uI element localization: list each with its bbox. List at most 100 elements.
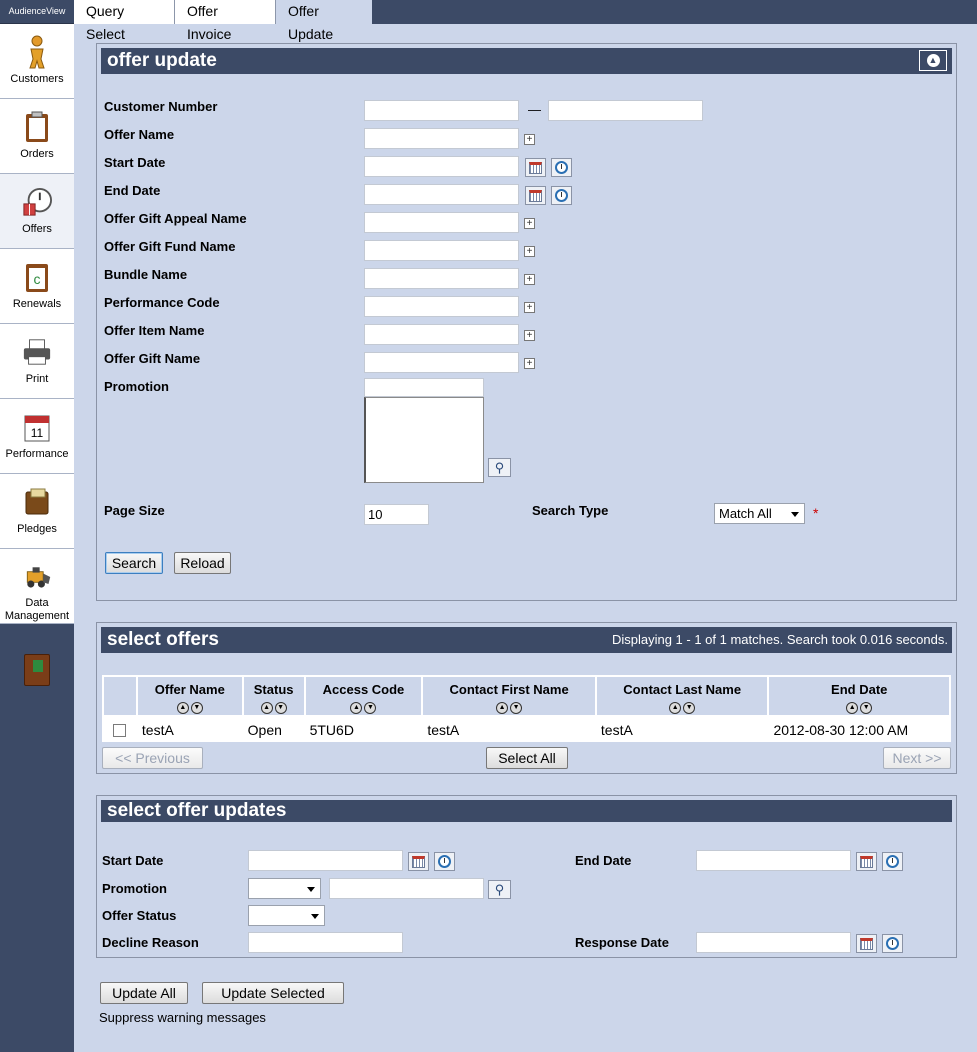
offer-gift-appeal-name-input[interactable] — [364, 212, 519, 233]
update-end-date-calendar-icon[interactable] — [856, 852, 877, 871]
panel-title: select offers — [107, 629, 219, 650]
add-performance-plus-icon[interactable]: + — [524, 302, 535, 313]
update-response-date-label: Response Date — [575, 935, 669, 950]
end-date-calendar-icon[interactable] — [525, 186, 546, 205]
update-start-date-clock-icon[interactable] — [434, 852, 455, 871]
column-header-offer-name[interactable]: Offer Name ▲ ▼ — [135, 675, 244, 717]
row-select-checkbox[interactable] — [112, 724, 126, 738]
update-response-date-calendar-icon[interactable] — [856, 934, 877, 953]
sort-arrows-icon[interactable]: ▲ ▼ — [176, 702, 203, 714]
collapse-button[interactable]: ▲ — [919, 50, 947, 71]
bundle-name-input[interactable] — [364, 268, 519, 289]
tab-offer-invoice[interactable]: Offer Invoice — [175, 0, 276, 42]
add-offer-item-plus-icon[interactable]: + — [524, 330, 535, 341]
promotion-label: Promotion — [104, 379, 169, 394]
offer-gift-fund-name-label: Offer Gift Fund Name — [104, 239, 236, 254]
bulldozer-icon — [22, 560, 52, 593]
column-header-end-date[interactable]: End Date ▲ ▼ — [767, 675, 951, 717]
add-gift-fund-plus-icon[interactable]: + — [524, 246, 535, 257]
sidebar-item-label: Pledges — [17, 523, 57, 535]
promotion-list[interactable] — [364, 397, 484, 483]
update-offer-status-label: Offer Status — [102, 908, 177, 923]
update-end-date-input[interactable] — [696, 850, 851, 871]
start-date-calendar-icon[interactable] — [525, 158, 546, 177]
suppress-warnings-text[interactable]: Suppress warning messages — [99, 1010, 266, 1025]
end-date-label: End Date — [104, 183, 161, 198]
table-row: testA Open 5TU6D testA testA 2012-08-30 … — [102, 716, 950, 742]
sidebar-item-label: Print — [25, 373, 49, 385]
update-start-date-input[interactable] — [248, 850, 403, 871]
previous-page-button[interactable]: << Previous — [102, 747, 203, 769]
offer-update-header: offer update ▲ — [101, 48, 952, 74]
search-button[interactable]: Search — [105, 552, 163, 574]
update-response-date-input[interactable] — [696, 932, 851, 953]
end-date-clock-icon[interactable] — [551, 186, 572, 205]
column-header-access-code[interactable]: Access Code ▲ ▼ — [303, 675, 424, 717]
search-type-value: Match All — [719, 506, 772, 521]
column-header-status[interactable]: Status ▲ ▼ — [241, 675, 306, 717]
search-type-select[interactable]: Match All — [714, 503, 805, 524]
customer-number-label: Customer Number — [104, 99, 218, 114]
sidebar-item-data-management[interactable]: Data Management — [0, 549, 74, 624]
promotion-input[interactable] — [364, 378, 484, 397]
update-start-date-calendar-icon[interactable] — [408, 852, 429, 871]
chevron-down-icon — [307, 887, 315, 892]
sidebar-item-renewals[interactable]: c Renewals — [0, 249, 74, 324]
sort-arrows-icon[interactable]: ▲ ▼ — [669, 702, 696, 714]
sort-arrows-icon[interactable]: ▲ ▼ — [350, 702, 377, 714]
offer-gift-fund-name-input[interactable] — [364, 240, 519, 261]
tab-offer-update[interactable]: Offer Update — [276, 0, 372, 42]
sort-arrows-icon[interactable]: ▲ ▼ — [260, 702, 287, 714]
add-offer-gift-plus-icon[interactable]: + — [524, 358, 535, 369]
offer-name-input[interactable] — [364, 128, 519, 149]
update-decline-reason-input[interactable] — [248, 932, 403, 953]
customer-number-from-input[interactable] — [364, 100, 519, 121]
brand-logo: AudienceView — [0, 0, 74, 24]
add-gift-appeal-plus-icon[interactable]: + — [524, 218, 535, 229]
sidebar-item-customers[interactable]: Customers — [0, 24, 74, 99]
sort-arrows-icon[interactable]: ▲ ▼ — [846, 702, 873, 714]
sidebar-item-orders[interactable]: Orders — [0, 99, 74, 174]
performance-code-input[interactable] — [364, 296, 519, 317]
panel-title: offer update — [107, 50, 217, 71]
add-offer-name-plus-icon[interactable]: + — [524, 134, 535, 145]
update-end-date-clock-icon[interactable] — [882, 852, 903, 871]
sort-arrows-icon[interactable]: ▲ ▼ — [496, 702, 523, 714]
sidebar-item-offers[interactable]: Offers — [0, 174, 74, 249]
update-decline-reason-label: Decline Reason — [102, 935, 199, 950]
cell-status: Open — [241, 716, 305, 742]
update-all-button[interactable]: Update All — [100, 982, 188, 1004]
tab-query-select[interactable]: Query Select — [74, 0, 175, 42]
logout-door-icon[interactable] — [24, 654, 50, 686]
select-offers-header: select offers Displaying 1 - 1 of 1 matc… — [101, 627, 952, 653]
sidebar-item-print[interactable]: Print — [0, 324, 74, 399]
column-header-contact-last-name[interactable]: Contact Last Name ▲ ▼ — [594, 675, 770, 717]
start-date-clock-icon[interactable] — [551, 158, 572, 177]
select-offer-updates-header: select offer updates — [101, 800, 952, 822]
start-date-input[interactable] — [364, 156, 519, 177]
update-selected-button[interactable]: Update Selected — [202, 982, 344, 1004]
column-header-contact-first-name[interactable]: Contact First Name ▲ ▼ — [421, 675, 597, 717]
select-all-button[interactable]: Select All — [486, 747, 568, 769]
update-promotion-select[interactable] — [248, 878, 321, 899]
end-date-input[interactable] — [364, 184, 519, 205]
clipboard-icon — [22, 110, 52, 144]
update-response-date-clock-icon[interactable] — [882, 934, 903, 953]
offer-item-name-input[interactable] — [364, 324, 519, 345]
update-promotion-input[interactable] — [329, 878, 484, 899]
update-promotion-search-icon[interactable]: ⚲ — [488, 880, 511, 899]
customer-number-to-input[interactable] — [548, 100, 703, 121]
sidebar-item-label: Renewals — [12, 298, 62, 310]
add-bundle-plus-icon[interactable]: + — [524, 274, 535, 285]
sidebar-item-performance[interactable]: 11 Performance — [0, 399, 74, 474]
next-page-button[interactable]: Next >> — [883, 747, 951, 769]
chevron-down-icon — [311, 914, 319, 919]
offer-update-panel: offer update ▲ Customer Number — Offer N… — [96, 43, 957, 601]
offer-gift-name-input[interactable] — [364, 352, 519, 373]
printer-icon — [22, 335, 52, 369]
sidebar-item-pledges[interactable]: Pledges — [0, 474, 74, 549]
reload-button[interactable]: Reload — [174, 552, 231, 574]
page-size-input[interactable] — [364, 504, 429, 525]
promotion-search-icon[interactable]: ⚲ — [488, 458, 511, 477]
update-offer-status-select[interactable] — [248, 905, 325, 926]
